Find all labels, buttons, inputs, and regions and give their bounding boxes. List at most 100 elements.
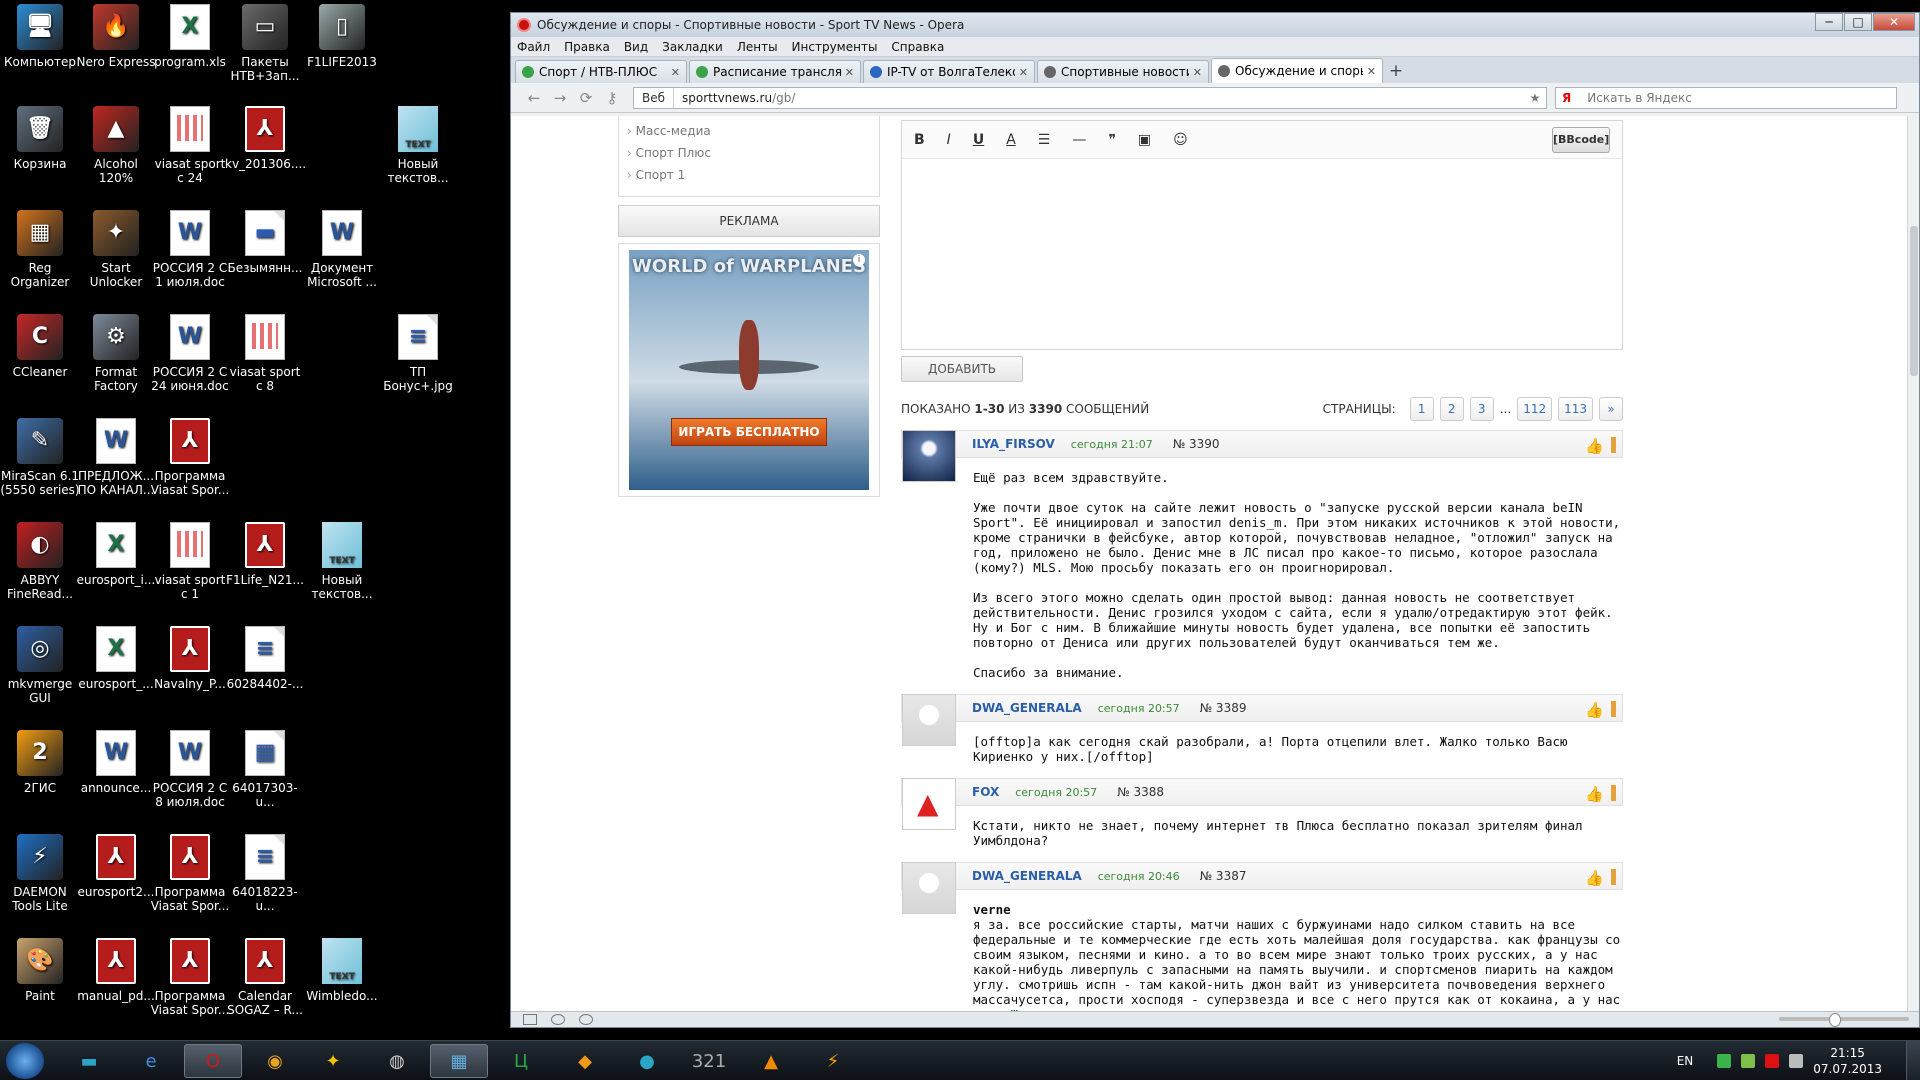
desktop-icon[interactable]: viasat sport c 8 июля.png [225,314,305,395]
desktop-icon[interactable]: C CCleaner [0,314,80,379]
desktop-icon[interactable]: viasat sport c 1 июля.png [150,522,230,603]
taskbar-app-icon[interactable]: Ц [492,1044,550,1078]
tab-close-icon[interactable]: ✕ [671,66,680,79]
image-icon[interactable]: ▣ [1138,132,1151,148]
tab-close-icon[interactable]: ✕ [845,66,854,79]
bold-button[interactable]: B [914,132,925,148]
post-author[interactable]: DWA_GENERALA [972,701,1082,715]
avatar[interactable] [902,862,956,914]
minimize-button[interactable]: ─ [1815,13,1843,31]
desktop-icon[interactable]: ≡ 64018223-u... [225,834,305,913]
next-page-link[interactable]: » [1599,397,1623,421]
desktop-icon[interactable]: W РОССИЯ 2 С 8 июля.doc [150,730,230,809]
forward-button[interactable]: → [547,89,573,107]
taskbar-app-icon[interactable]: ▬ [60,1044,118,1078]
desktop-icon[interactable]: Xprogram.xls [150,4,230,69]
bookmark-star-icon[interactable]: ★ [1524,91,1546,105]
menu-bookmarks[interactable]: Закладки [662,40,723,54]
taskbar-app-icon[interactable]: e [122,1044,180,1078]
hr-button[interactable]: — [1072,132,1086,148]
ad-info-icon[interactable]: i [853,254,865,266]
menu-help[interactable]: Справка [891,40,944,54]
yandex-icon[interactable]: Я [1562,91,1571,105]
speed-dial-icon[interactable] [579,1014,593,1025]
desktop-icon[interactable]: TEXT Wimbledo... [302,938,382,1003]
clock[interactable]: 21:15 07.07.2013 [1813,1045,1882,1077]
desktop-icon[interactable]: ▭ Пакеты НТВ+3ап... [225,4,305,83]
like-icon[interactable]: 👍 [1585,785,1604,803]
quote-button[interactable]: ❞ [1108,132,1116,148]
taskbar-app-icon[interactable]: ⚡ [804,1044,862,1078]
desktop-icon[interactable]: ⅄ Программа Viasat Spor... [150,418,230,497]
browser-tab[interactable]: Обсуждение и споры ... ✕ [1211,58,1383,83]
panel-toggle-icon[interactable] [523,1014,537,1025]
desktop-icon[interactable]: Wannounce... [76,730,156,795]
close-button[interactable]: ✕ [1873,13,1915,31]
post-author[interactable]: FOX [972,785,999,799]
bbcode-button[interactable]: [BBcode] [1552,127,1610,153]
post-author[interactable]: ILYA_FIRSOV [972,437,1055,451]
category-item[interactable]: Масс-медиа [627,120,871,142]
message-textarea[interactable] [902,159,1622,347]
tab-close-icon[interactable]: ✕ [1019,66,1028,79]
menu-file[interactable]: Файл [517,40,550,54]
speaker-icon[interactable] [1789,1054,1804,1068]
menu-view[interactable]: Вид [624,40,648,54]
desktop-icon[interactable]: ⚡ DAEMON Tools Lite [0,834,80,913]
report-icon[interactable] [1611,437,1616,453]
opera-tray-icon[interactable] [1765,1054,1780,1068]
desktop-icon[interactable]: W РОССИЯ 2 С 24 июня.doc [150,314,230,393]
menu-feeds[interactable]: Ленты [737,40,778,54]
taskbar-app-icon[interactable]: ◉ [246,1044,304,1078]
category-item[interactable]: Спорт Плюс [627,142,871,164]
title-bar[interactable]: Обсуждение и споры - Спортивные новости … [511,13,1919,37]
taskbar-app-icon[interactable]: ✦ [304,1044,362,1078]
page-link[interactable]: 113 [1558,397,1593,421]
desktop-icon[interactable]: ▬ Безымянн... [225,210,305,275]
desktop-icon[interactable]: W ПРЕДЛОЖ... ПО КАНАЛ... [76,418,156,497]
nvidia-icon[interactable] [1741,1054,1756,1068]
maximize-button[interactable]: □ [1844,13,1872,31]
show-desktop-button[interactable] [1906,1041,1920,1080]
underline-button[interactable]: U [973,132,984,148]
desktop-icon[interactable]: ≡ 60284402-... [225,626,305,691]
menu-tools[interactable]: Инструменты [792,40,878,54]
desktop-icon[interactable]: ▦ 64017303-u... [225,730,305,809]
category-item[interactable]: Спорт 1 [627,164,871,186]
desktop-icon[interactable]: Xeurosport_i... [76,522,156,587]
desktop-icon[interactable]: ✎ MiraScan 6.1 (5550 series) [0,418,80,497]
desktop-icon[interactable]: ⅄ kv_201306.... [225,106,305,171]
add-button[interactable]: ДОБАВИТЬ [901,356,1023,382]
browser-tab[interactable]: Расписание трансляц... ✕ [689,60,861,83]
italic-button[interactable]: I [947,132,951,148]
desktop-icon[interactable]: ⅄ F1Life_N21... [225,522,305,587]
desktop-icon[interactable]: 2 2ГИС [0,730,80,795]
desktop-icon[interactable]: ◐ ABBYY FineRead... [0,522,80,601]
vertical-scrollbar[interactable] [1907,116,1919,1012]
url-field[interactable]: Веб sporttvnews.ru/gb/ ★ [633,86,1547,109]
page-link[interactable]: 2 [1439,397,1464,421]
desktop-icon[interactable]: 🎨 Paint [0,938,80,1003]
avatar[interactable] [902,694,956,746]
desktop-icon[interactable]: ⅄ Navalny_P... [150,626,230,691]
browser-tab[interactable]: Спортивные новости ... ✕ [1037,60,1209,83]
page-link[interactable]: 3 [1469,397,1494,421]
taskbar-app-icon[interactable]: O [184,1044,242,1078]
taskbar-app-icon[interactable]: ◆ [556,1044,614,1078]
desktop-icon[interactable]: TEXT Новый текстов... [302,522,382,601]
like-icon[interactable]: 👍 [1585,701,1604,719]
like-icon[interactable]: 👍 [1585,869,1604,887]
browser-tab[interactable]: Спорт / НТВ-ПЛЮС ✕ [515,60,687,83]
page-link[interactable]: 1 [1409,397,1434,421]
taskbar-app-icon[interactable]: ◍ [368,1044,426,1078]
ad-banner[interactable]: WORLD of WARPLANES ИГРАТЬ БЕСПЛАТНО i [629,250,869,490]
start-button[interactable] [6,1043,44,1079]
menu-edit[interactable]: Правка [564,40,610,54]
avatar[interactable] [902,778,956,830]
desktop-icon[interactable]: W РОССИЯ 2 С 1 июля.doc [150,210,230,289]
desktop-icon[interactable]: ▲ Alcohol 120% [76,106,156,185]
report-icon[interactable] [1611,869,1616,885]
text-color-button[interactable]: A [1006,132,1016,148]
desktop-icon[interactable]: 🖥 Компьютер [0,4,80,69]
list-button[interactable]: ☰ [1038,132,1051,148]
